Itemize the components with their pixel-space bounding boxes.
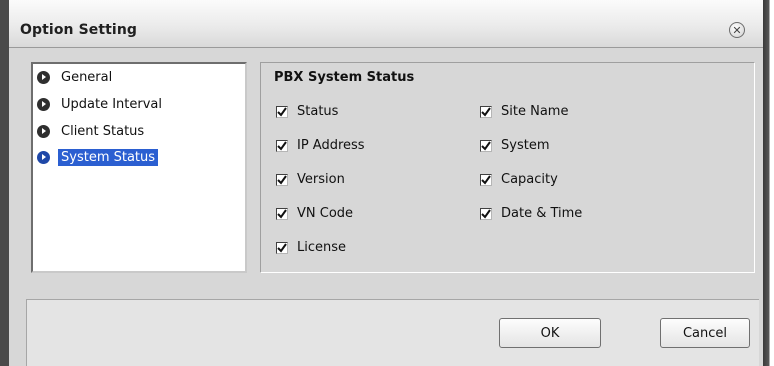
title-bar[interactable]: Option Setting ✕	[9, 0, 763, 48]
checkbox-label: Date & Time	[501, 206, 583, 221]
checkbox-checked-icon	[276, 173, 288, 186]
nav-item-label: Update Interval	[61, 97, 162, 112]
checkbox-label: VN Code	[297, 206, 354, 221]
panel-title: PBX System Status	[274, 70, 415, 85]
nav-item-update-interval[interactable]: Update Interval	[37, 95, 165, 114]
system-checkbox[interactable]: System	[480, 138, 549, 153]
checkbox-checked-icon	[480, 139, 492, 152]
arrow-circle-icon	[37, 151, 50, 164]
checkbox-checked-icon	[276, 207, 288, 220]
arrow-circle-icon	[37, 71, 50, 84]
nav-item-label: General	[61, 70, 113, 85]
nav-item-system-status[interactable]: System Status	[37, 148, 159, 167]
checkbox-checked-icon	[276, 105, 288, 118]
checkbox-label: Status	[297, 104, 339, 119]
site-name-checkbox[interactable]: Site Name	[480, 104, 568, 119]
version-checkbox[interactable]: Version	[276, 172, 345, 187]
close-button[interactable]: ✕	[729, 22, 745, 38]
checkbox-checked-icon	[276, 241, 288, 254]
cancel-button[interactable]: Cancel	[660, 318, 750, 348]
checkbox-label: IP Address	[297, 138, 365, 153]
status-checkbox[interactable]: Status	[276, 104, 338, 119]
close-icon: ✕	[732, 23, 742, 37]
arrow-circle-icon	[37, 125, 50, 138]
window-frame-right	[763, 0, 774, 366]
checkbox-label: System	[501, 138, 550, 153]
checkbox-checked-icon	[480, 105, 492, 118]
checkbox-label: License	[297, 240, 347, 255]
checkbox-checked-icon	[480, 173, 492, 186]
date-time-checkbox[interactable]: Date & Time	[480, 206, 582, 221]
option-setting-dialog: Option Setting ✕ General Update Interval…	[9, 0, 763, 366]
checkbox-checked-icon	[480, 207, 492, 220]
dialog-title: Option Setting	[20, 22, 138, 38]
nav-item-label: System Status	[58, 149, 159, 166]
nav-item-label: Client Status	[61, 124, 145, 139]
checkbox-label: Site Name	[501, 104, 569, 119]
checkbox-checked-icon	[276, 139, 288, 152]
ok-button[interactable]: OK	[499, 318, 601, 348]
pbx-system-status-panel: PBX System Status Status IP Address Vers…	[260, 62, 755, 273]
arrow-circle-icon	[37, 98, 50, 111]
checkbox-label: Version	[297, 172, 345, 187]
button-bar	[26, 299, 759, 366]
license-checkbox[interactable]: License	[276, 240, 346, 255]
window-frame-left	[0, 0, 9, 366]
checkbox-label: Capacity	[501, 172, 558, 187]
options-nav-list: General Update Interval Client Status Sy…	[31, 62, 247, 273]
vn-code-checkbox[interactable]: VN Code	[276, 206, 353, 221]
nav-item-general[interactable]: General	[37, 68, 115, 87]
ip-address-checkbox[interactable]: IP Address	[276, 138, 365, 153]
capacity-checkbox[interactable]: Capacity	[480, 172, 558, 187]
nav-item-client-status[interactable]: Client Status	[37, 122, 147, 141]
